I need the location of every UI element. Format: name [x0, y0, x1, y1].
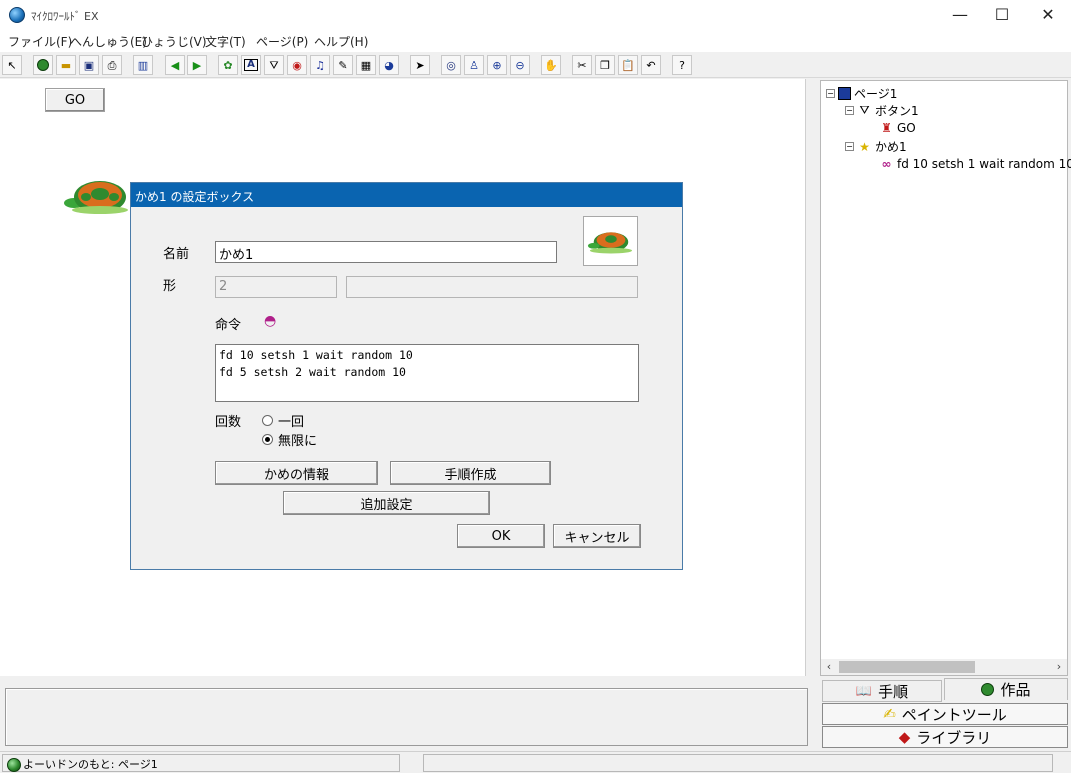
- tab-procedure[interactable]: 📖 手順: [822, 680, 942, 702]
- scroll-left-icon[interactable]: ‹: [821, 659, 837, 675]
- collapse-icon[interactable]: −: [845, 106, 854, 115]
- pointer-icon[interactable]: ➤: [410, 55, 430, 75]
- turtle-settings-dialog: かめ1 の設定ボックス 名前 かめ1 形 2 命令 ◓ fd 10 setsh …: [130, 182, 683, 570]
- page-icon: [838, 87, 851, 100]
- collapse-icon[interactable]: −: [845, 142, 854, 151]
- collapse-icon[interactable]: −: [826, 89, 835, 98]
- scroll-thumb[interactable]: [839, 661, 975, 673]
- mouse-icon[interactable]: ◓: [264, 313, 276, 329]
- open-folder-icon[interactable]: ▬: [56, 55, 76, 75]
- ok-button[interactable]: OK: [457, 524, 545, 548]
- status-panel-right: [423, 754, 1053, 772]
- message-area: [5, 688, 808, 746]
- window-title: ﾏｲｸﾛﾜｰﾙﾄﾞ EX: [31, 10, 99, 23]
- menu-text[interactable]: 文字(T): [205, 33, 246, 50]
- panel-tabs: 📖 手順 作品 ✍ ペイントツール ◆ ライブラリ: [820, 678, 1070, 750]
- shape-field: 2: [215, 276, 337, 298]
- undo-icon[interactable]: ↶: [641, 55, 661, 75]
- save-disk-icon[interactable]: ▣: [79, 55, 99, 75]
- pen-icon[interactable]: ✎: [333, 55, 353, 75]
- globe-icon: [981, 683, 995, 696]
- stamp-icon[interactable]: ♙: [464, 55, 484, 75]
- menu-file[interactable]: ファイル(F): [8, 33, 72, 50]
- turtle-preview-icon: [583, 216, 638, 266]
- tree-node-command[interactable]: ∞ fd 10 setsh 1 wait random 10 fd: [879, 156, 1071, 171]
- status-panel: よーいドンのもと: ページ1: [2, 754, 400, 772]
- radio-forever-dot[interactable]: [262, 434, 273, 445]
- text-tool-icon[interactable]: A: [241, 55, 261, 75]
- status-globe-icon: [7, 758, 21, 772]
- name-label: 名前: [163, 247, 190, 262]
- tab-library[interactable]: ◆ ライブラリ: [822, 726, 1068, 748]
- net-icon[interactable]: ◕: [379, 55, 399, 75]
- toolbar-globe-icon[interactable]: [33, 55, 53, 75]
- name-field[interactable]: かめ1: [215, 241, 557, 263]
- count-label: 回数: [215, 415, 242, 430]
- shapes-icon: ◆: [898, 728, 911, 746]
- zoom-in-icon[interactable]: ⊕: [487, 55, 507, 75]
- app-globe-icon: [9, 7, 25, 23]
- tree-node-turtle[interactable]: − ★ かめ1: [845, 138, 907, 155]
- help-icon[interactable]: ?: [672, 55, 692, 75]
- brush-icon: ✍: [883, 705, 896, 723]
- minimize-button[interactable]: —: [937, 0, 983, 30]
- arrow-right-icon[interactable]: ▶: [187, 55, 207, 75]
- book-icon: 📖: [855, 683, 873, 699]
- cut-icon[interactable]: ✂: [572, 55, 592, 75]
- movie-icon[interactable]: ▦: [356, 55, 376, 75]
- eye-icon[interactable]: ◎: [441, 55, 461, 75]
- radio-forever-label: 無限に: [278, 434, 318, 449]
- toolbar: ↖ ▬ ▣ ⎙ ▥ ◀ ▶ ✿ A ⛛ ◉ ♫ ✎ ▦ ◕ ➤ ◎ ♙ ⊕ ⊖ …: [0, 52, 1071, 78]
- music-icon[interactable]: ♫: [310, 55, 330, 75]
- cancel-button[interactable]: キャンセル: [553, 524, 641, 548]
- tree-node-go[interactable]: ♜ GO: [879, 120, 916, 135]
- stop-hand-icon[interactable]: ✋: [541, 55, 561, 75]
- star-turtle-icon: ★: [859, 139, 870, 154]
- menu-help[interactable]: ヘルプ(H): [314, 33, 368, 50]
- copy-icon[interactable]: ❐: [595, 55, 615, 75]
- menu-bar: ファイル(F) へんしゅう(E) ひょうじ(V) 文字(T) ページ(P) ヘル…: [0, 30, 1071, 52]
- tree-horizontal-scrollbar[interactable]: ‹ ›: [821, 659, 1067, 675]
- print-icon[interactable]: ⎙: [102, 55, 122, 75]
- maximize-button[interactable]: ☐: [979, 0, 1025, 30]
- tree-node-page[interactable]: − ページ1: [826, 85, 897, 102]
- loop-icon: ∞: [881, 156, 892, 171]
- status-bar: よーいドンのもと: ページ1: [0, 751, 1071, 773]
- dialog-title: かめ1 の設定ボックス: [131, 183, 682, 207]
- shape-name-field: [346, 276, 638, 298]
- title-bar: ﾏｲｸﾛﾜｰﾙﾄﾞ EX — ☐ ✕: [0, 0, 1071, 30]
- layout-icon[interactable]: ▥: [133, 55, 153, 75]
- button-tool-icon[interactable]: ⛛: [264, 55, 284, 75]
- paste-icon[interactable]: 📋: [618, 55, 638, 75]
- field-tool-icon[interactable]: ◉: [287, 55, 307, 75]
- menu-edit[interactable]: へんしゅう(E): [70, 33, 147, 50]
- turtle-tool-icon[interactable]: ✿: [218, 55, 238, 75]
- shape-label: 形: [163, 279, 177, 294]
- turtle-sprite-icon[interactable]: [62, 177, 132, 215]
- menu-view[interactable]: ひょうじ(V): [141, 33, 207, 50]
- button-node-icon: ⛛: [859, 103, 870, 117]
- arrow-left-icon[interactable]: ◀: [165, 55, 185, 75]
- radio-once-dot[interactable]: [262, 415, 273, 426]
- radio-once[interactable]: 一回: [262, 411, 304, 430]
- create-procedure-button[interactable]: 手順作成: [390, 461, 551, 485]
- zoom-out-icon[interactable]: ⊖: [510, 55, 530, 75]
- scroll-right-icon[interactable]: ›: [1051, 659, 1067, 675]
- tree-node-button[interactable]: − ⛛ ボタン1: [845, 102, 919, 119]
- command-label: 命令: [215, 318, 242, 333]
- turtle-info-button[interactable]: かめの情報: [215, 461, 378, 485]
- object-tree[interactable]: − ページ1 − ⛛ ボタン1 ♜ GO − ★ かめ1 ∞ fd 10 set…: [820, 80, 1071, 676]
- toolbar-back-icon[interactable]: ↖: [2, 55, 22, 75]
- radio-forever[interactable]: 無限に: [262, 430, 317, 449]
- tab-work[interactable]: 作品: [944, 678, 1068, 700]
- rocket-icon: ♜: [881, 120, 892, 135]
- menu-page[interactable]: ページ(P): [256, 33, 308, 50]
- close-button[interactable]: ✕: [1025, 0, 1071, 30]
- additional-settings-button[interactable]: 追加設定: [283, 491, 490, 515]
- status-text: よーいドンのもと: ページ1: [23, 758, 158, 771]
- go-button[interactable]: GO: [45, 88, 105, 112]
- command-textarea[interactable]: fd 10 setsh 1 wait random 10 fd 5 setsh …: [215, 344, 639, 402]
- radio-once-label: 一回: [278, 415, 305, 430]
- tab-paint-tool[interactable]: ✍ ペイントツール: [822, 703, 1068, 725]
